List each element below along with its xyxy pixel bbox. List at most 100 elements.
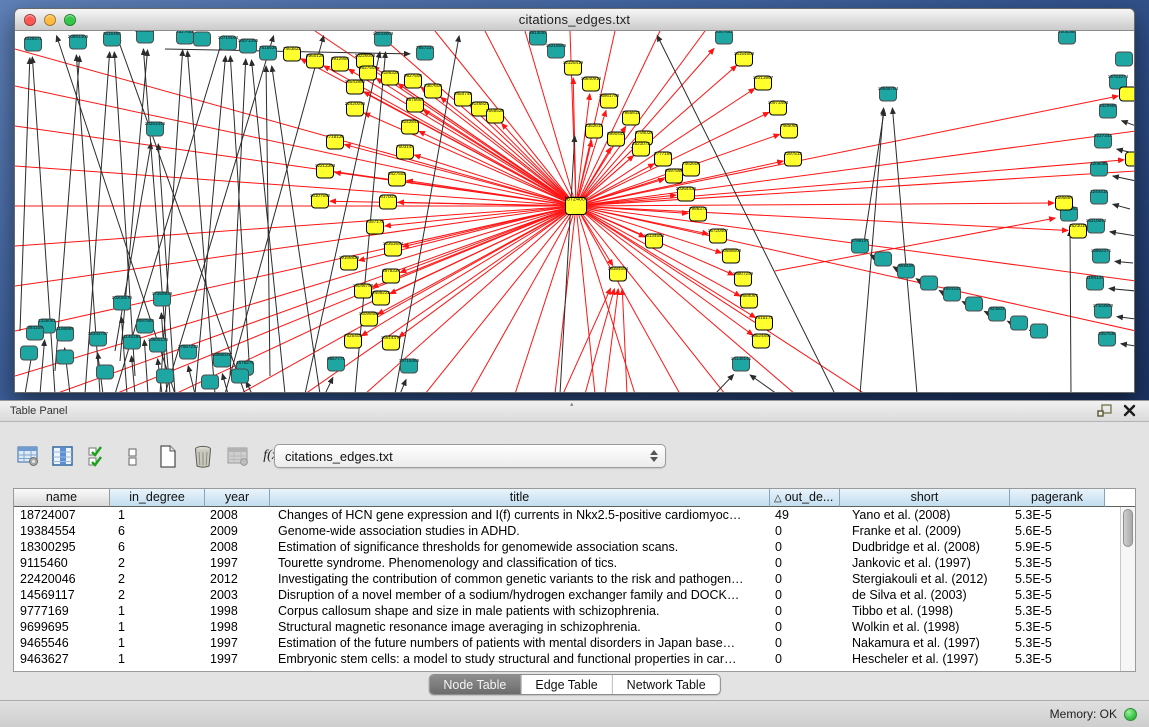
float-window-icon[interactable] [1097,404,1113,418]
cell-short[interactable]: de Silva et al. (2003) [840,587,1010,603]
cell-in_degree[interactable]: 1 [110,651,205,667]
cell-pagerank[interactable]: 5.3E-5 [1010,587,1105,603]
cell-year[interactable]: 1997 [205,555,270,571]
column-selector-icon[interactable] [51,444,75,468]
cell-name[interactable]: 9115460 [14,555,110,571]
cell-short[interactable]: Nakamura et al. (1997) [840,635,1010,651]
cell-year[interactable]: 1998 [205,603,270,619]
cell-out_de[interactable]: 0 [770,587,840,603]
cell-year[interactable]: 2008 [205,539,270,555]
cell-year[interactable]: 1998 [205,619,270,635]
cell-short[interactable]: Hescheler et al. (1997) [840,651,1010,667]
table-row[interactable]: 911546021997Tourette syndrome. Phenomeno… [14,555,1120,571]
cell-title[interactable]: Genome-wide association studies in ADHD. [270,523,770,539]
cell-in_degree[interactable]: 6 [110,523,205,539]
table-source-select[interactable]: citations_edges.txt [274,444,666,468]
column-header-year[interactable]: year [205,489,270,507]
cell-name[interactable]: 18724007 [14,507,110,523]
graph-node[interactable] [57,350,74,364]
cell-out_de[interactable]: 0 [770,523,840,539]
table-row[interactable]: 946554611997Estimation of the future num… [14,635,1120,651]
graph-node[interactable] [1011,316,1028,330]
table-row[interactable]: 1938455462009Genome-wide association stu… [14,523,1120,539]
column-header-in_degree[interactable]: in_degree [110,489,205,507]
cell-out_de[interactable]: 0 [770,635,840,651]
tab-edge-table[interactable]: Edge Table [520,675,611,694]
graph-node[interactable] [232,369,249,383]
cell-name[interactable]: 18300295 [14,539,110,555]
column-header-short[interactable]: short [840,489,1010,507]
cell-pagerank[interactable]: 5.3E-5 [1010,507,1105,523]
tab-network-table[interactable]: Network Table [612,675,720,694]
vertical-scrollbar[interactable] [1120,507,1135,671]
cell-pagerank[interactable]: 5.9E-5 [1010,539,1105,555]
cell-name[interactable]: 9777169 [14,603,110,619]
column-header-name[interactable]: name [14,489,110,507]
graph-node[interactable] [1031,324,1048,338]
cell-title[interactable]: Structural magnetic resonance image aver… [270,619,770,635]
cell-short[interactable]: Wolkin et al. (1998) [840,619,1010,635]
cell-name[interactable]: 22420046 [14,571,110,587]
graph-node[interactable] [1126,152,1135,166]
cell-year[interactable]: 2012 [205,571,270,587]
clear-selection-icon[interactable] [121,444,145,468]
cell-title[interactable]: Changes of HCN gene expression and I(f) … [270,507,770,523]
graph-node[interactable] [194,32,211,46]
graph-node[interactable] [21,346,38,360]
tab-node-table[interactable]: Node Table [429,675,520,694]
import-table-icon[interactable] [226,444,250,468]
column-header-title[interactable]: title [270,489,770,507]
cell-name[interactable]: 9465546 [14,635,110,651]
network-graph[interactable]: 4035571208914069115460106552871527662107… [15,31,1134,392]
graph-node[interactable] [875,252,892,266]
cell-in_degree[interactable]: 1 [110,635,205,651]
cell-name[interactable]: 19384554 [14,523,110,539]
close-panel-icon[interactable] [1123,404,1139,418]
graph-node[interactable] [921,276,938,290]
delete-table-icon[interactable] [191,444,215,468]
table-row[interactable]: 977716911998Corpus callosum shape and si… [14,603,1120,619]
cell-year[interactable]: 1997 [205,651,270,667]
cell-year[interactable]: 1997 [205,635,270,651]
column-header-out_de[interactable]: △out_de... [770,489,840,507]
cell-out_de[interactable]: 0 [770,555,840,571]
cell-out_de[interactable]: 0 [770,603,840,619]
new-table-icon[interactable] [156,444,180,468]
cell-short[interactable]: Dudbridge et al. (2008) [840,539,1010,555]
panel-splitter-handle[interactable]: ▴ [570,403,577,407]
cell-name[interactable]: 9463627 [14,651,110,667]
cell-short[interactable]: Yano et al. (2008) [840,507,1010,523]
graph-node[interactable] [97,365,114,379]
cell-title[interactable]: Estimation of the future numbers of pati… [270,635,770,651]
cell-out_de[interactable]: 0 [770,651,840,667]
cell-short[interactable]: Tibbo et al. (1998) [840,603,1010,619]
cell-year[interactable]: 2009 [205,523,270,539]
graph-node[interactable] [157,369,174,383]
table-row[interactable]: 1830029562008Estimation of significance … [14,539,1120,555]
graph-node[interactable] [966,297,983,311]
cell-in_degree[interactable]: 2 [110,555,205,571]
cell-short[interactable]: Franke et al. (2009) [840,523,1010,539]
graph-node[interactable] [202,375,219,389]
column-header-pagerank[interactable]: pagerank [1010,489,1105,507]
cell-title[interactable]: Tourette syndrome. Phenomenology and cla… [270,555,770,571]
cell-out_de[interactable]: 0 [770,539,840,555]
table-row[interactable]: 1456911722003Disruption of a novel membe… [14,587,1120,603]
cell-name[interactable]: 14569117 [14,587,110,603]
cell-out_de[interactable]: 49 [770,507,840,523]
table-row[interactable]: 2242004622012Investigating the contribut… [14,571,1120,587]
table-row[interactable]: 969969511998Structural magnetic resonanc… [14,619,1120,635]
cell-pagerank[interactable]: 5.3E-5 [1010,555,1105,571]
graph-node[interactable] [1116,52,1133,66]
cell-pagerank[interactable]: 5.6E-5 [1010,523,1105,539]
cell-pagerank[interactable]: 5.3E-5 [1010,603,1105,619]
cell-pagerank[interactable]: 5.3E-5 [1010,635,1105,651]
cell-title[interactable]: Investigating the contribution of common… [270,571,770,587]
cell-in_degree[interactable]: 1 [110,507,205,523]
window-titlebar[interactable]: citations_edges.txt [15,9,1134,31]
cell-name[interactable]: 9699695 [14,619,110,635]
cell-in_degree[interactable]: 2 [110,571,205,587]
cell-out_de[interactable]: 0 [770,619,840,635]
cell-title[interactable]: Embryonic stem cells: a model to study s… [270,651,770,667]
cell-year[interactable]: 2008 [205,507,270,523]
